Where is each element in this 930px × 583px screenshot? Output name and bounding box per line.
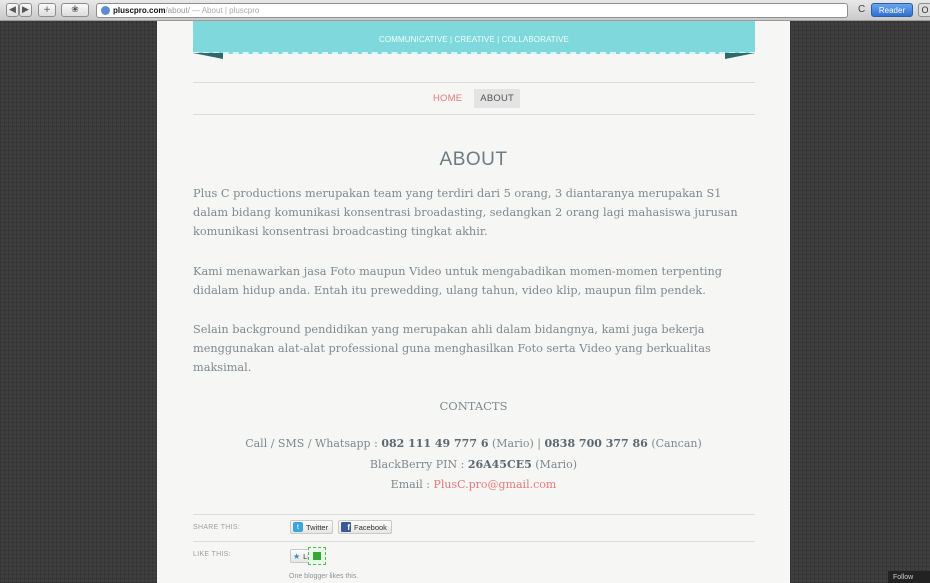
- nav-home-link[interactable]: HOME: [427, 89, 468, 108]
- contacts-heading: CONTACTS: [439, 399, 508, 413]
- plus-icon: +: [43, 5, 51, 15]
- twitter-share-button[interactable]: t Twitter: [290, 520, 334, 534]
- star-icon: ★: [293, 551, 301, 561]
- page-title: ABOUT: [439, 149, 508, 170]
- forward-button[interactable]: ▶: [19, 3, 32, 17]
- address-bar[interactable]: pluscpro.com /about/ — About | pluscpro: [96, 3, 848, 18]
- follow-button[interactable]: Follow: [888, 571, 930, 583]
- like-label: LIKE THIS:: [193, 551, 231, 558]
- page-background-left: [0, 21, 157, 583]
- follow-label: Follow: [893, 573, 914, 581]
- main-navigation: HOME ABOUT: [157, 89, 790, 108]
- bbm-name: (Mario): [531, 458, 578, 471]
- new-tab-button[interactable]: +: [38, 3, 56, 17]
- bbm-pin: 26A45CE5: [467, 458, 532, 471]
- url-host: pluscpro.com: [113, 6, 166, 15]
- share-label: SHARE THIS:: [193, 524, 241, 531]
- bookmarks-button[interactable]: ❀: [61, 3, 89, 17]
- site-tagline: COMMUNICATIVE | CREATIVE | COLLABORATIVE: [379, 35, 569, 44]
- browser-toolbar: ◀ ▶ + ❀ pluscpro.com /about/ — About | p…: [0, 0, 930, 21]
- share-divider: [193, 514, 755, 515]
- reader-button[interactable]: Reader: [871, 3, 913, 17]
- facebook-share-button[interactable]: f Facebook: [338, 520, 392, 534]
- url-path: /about/: [165, 6, 190, 15]
- twitter-label: Twitter: [306, 522, 329, 532]
- bbm-label: BlackBerry PIN :: [369, 458, 468, 471]
- reload-icon[interactable]: C: [858, 4, 865, 15]
- forward-icon: ▶: [22, 5, 29, 15]
- email-link[interactable]: PlusC.pro@gmail.com: [433, 478, 556, 491]
- contact-phone-line: Call / SMS / Whatsapp : 082 111 49 777 6…: [157, 437, 790, 450]
- email-label: Email :: [390, 478, 434, 491]
- contact-email-line: Email : PlusC.pro@gmail.com: [157, 478, 790, 491]
- about-paragraph-2: Kami menawarkan jasa Foto maupun Video u…: [193, 265, 723, 297]
- header-ribbon: COMMUNICATIVE | CREATIVE | COLLABORATIVE: [193, 21, 755, 59]
- nav-top-divider: [193, 82, 755, 83]
- like-count-text: One blogger likes this.: [289, 573, 359, 580]
- phone-cancan: 0838 700 377 86: [544, 437, 648, 450]
- ribbon-fold-left: [193, 53, 223, 59]
- phone-mario-name: (Mario) |: [488, 437, 545, 450]
- back-icon: ◀: [9, 5, 16, 15]
- facebook-icon: f: [341, 522, 351, 532]
- contact-bbm-line: BlackBerry PIN : 26A45CE5 (Mario): [157, 458, 790, 471]
- nav-bottom-divider: [193, 114, 755, 115]
- about-paragraph-3: Selain background pendidikan yang merupa…: [193, 323, 711, 374]
- avatar-pattern: [313, 552, 321, 560]
- page-background-right: [790, 21, 930, 583]
- page-title-in-urlbar: — About | pluscpro: [191, 6, 260, 15]
- extension-button[interactable]: O: [918, 3, 930, 17]
- like-divider: [193, 541, 755, 542]
- ribbon-fold-right: [725, 53, 755, 59]
- bookmarks-icon: ❀: [71, 5, 79, 15]
- site-favicon-icon: [101, 6, 110, 15]
- liker-avatar[interactable]: [308, 547, 326, 565]
- phone-mario: 082 111 49 777 6: [381, 437, 489, 450]
- about-paragraph-1: Plus C productions merupakan team yang t…: [193, 187, 738, 238]
- twitter-icon: t: [293, 522, 303, 532]
- facebook-label: Facebook: [354, 522, 387, 532]
- page-content: COMMUNICATIVE | CREATIVE | COLLABORATIVE…: [157, 21, 790, 583]
- nav-about-link[interactable]: ABOUT: [474, 89, 521, 108]
- phone-cancan-name: (Cancan): [647, 437, 702, 450]
- call-label: Call / SMS / Whatsapp :: [245, 437, 382, 450]
- back-button[interactable]: ◀: [6, 3, 19, 17]
